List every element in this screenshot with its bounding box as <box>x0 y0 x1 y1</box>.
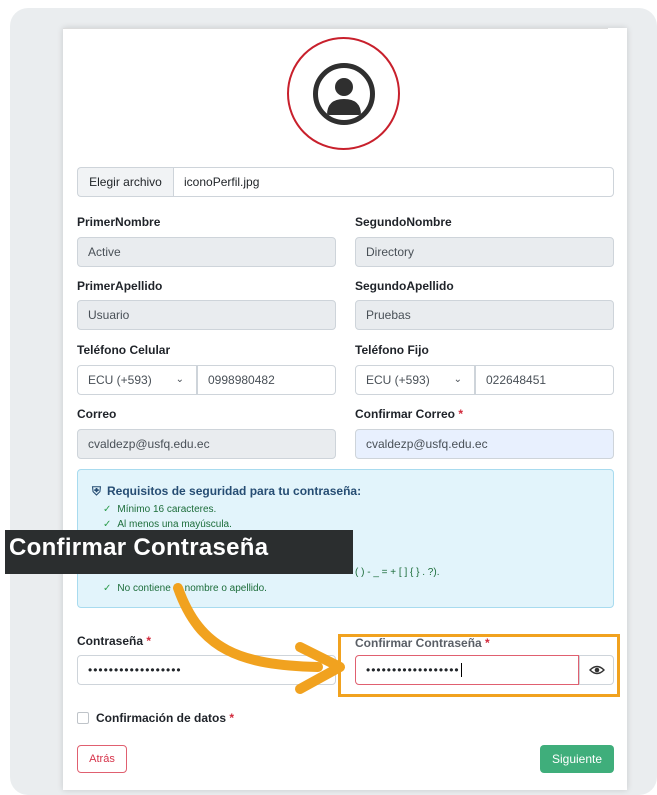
requirement-item: ✓ Mínimo 16 caracteres. <box>103 504 216 515</box>
contrasena-input[interactable]: •••••••••••••••••• <box>77 655 336 685</box>
chevron-down-icon: ⌄ <box>175 374 184 385</box>
avatar-user-icon[interactable] <box>313 63 375 125</box>
segundo-nombre-label: SegundoNombre <box>355 215 452 229</box>
primer-apellido-label: PrimerApellido <box>77 279 163 293</box>
file-name-field[interactable]: iconoPerfil.jpg <box>173 167 614 197</box>
back-button[interactable]: Atrás <box>77 745 127 773</box>
requirement-text: Al menos una mayúscula. <box>117 519 232 530</box>
chevron-down-icon: ⌄ <box>453 374 462 385</box>
required-asterisk: * <box>229 711 235 725</box>
next-button[interactable]: Siguiente <box>540 745 614 773</box>
contrasena-label: Contraseña * <box>77 634 151 648</box>
fijo-country-select[interactable]: ECU (+593) ⌄ <box>355 365 475 395</box>
required-asterisk: * <box>146 634 152 648</box>
check-icon: ✓ <box>103 583 112 594</box>
confirmacion-label-text: Confirmación de datos <box>96 711 227 725</box>
confirmacion-checkbox[interactable] <box>77 712 89 724</box>
confirmar-correo-input[interactable]: cvaldezp@usfq.edu.ec <box>355 429 614 459</box>
requirement-item: ✓ No contiene tu nombre o apellido. <box>103 583 267 594</box>
celular-number-input[interactable]: 0998980482 <box>197 365 336 395</box>
requirement-item: ✓ Al menos una mayúscula. <box>103 519 232 530</box>
check-icon: ✓ <box>103 519 112 530</box>
celular-country-select[interactable]: ECU (+593) ⌄ <box>77 365 197 395</box>
correo-input[interactable]: cvaldezp@usfq.edu.ec <box>77 429 336 459</box>
primer-nombre-input[interactable]: Active <box>77 237 336 267</box>
telefono-fijo-label: Teléfono Fijo <box>355 343 429 357</box>
user-icon <box>327 78 361 115</box>
callout-banner-text: Confirmar Contraseña <box>9 534 269 561</box>
requirement-text: No contiene tu nombre o apellido. <box>117 583 267 594</box>
primer-nombre-label: PrimerNombre <box>77 215 161 229</box>
confirmacion-label: Confirmación de datos * <box>96 711 234 725</box>
requirement-text: Mínimo 16 caracteres. <box>117 504 217 515</box>
segundo-apellido-label: SegundoApellido <box>355 279 454 293</box>
contrasena-label-text: Contraseña <box>77 634 144 648</box>
confirmar-correo-label: Confirmar Correo * <box>355 407 463 421</box>
highlight-box <box>338 634 620 697</box>
correo-label: Correo <box>77 407 117 421</box>
celular-country-value: ECU (+593) <box>88 373 152 387</box>
primer-apellido-input[interactable]: Usuario <box>77 300 336 330</box>
required-asterisk: * <box>458 407 464 421</box>
top-divider <box>63 28 608 29</box>
fijo-number-input[interactable]: 022648451 <box>475 365 614 395</box>
requirement-item-partial: ( ) - _ = + [ ] { } . ?). <box>355 567 440 578</box>
requirements-title-text: Requisitos de seguridad para tu contrase… <box>107 484 362 498</box>
segundo-nombre-input[interactable]: Directory <box>355 237 614 267</box>
segundo-apellido-input[interactable]: Pruebas <box>355 300 614 330</box>
requirements-title: ⛨ Requisitos de seguridad para tu contras… <box>92 484 361 499</box>
check-icon: ✓ <box>103 504 112 515</box>
fijo-country-value: ECU (+593) <box>366 373 430 387</box>
telefono-celular-label: Teléfono Celular <box>77 343 171 357</box>
shield-icon: ⛨ <box>92 484 102 498</box>
choose-file-button[interactable]: Elegir archivo <box>77 167 173 197</box>
confirmar-correo-label-text: Confirmar Correo <box>355 407 456 421</box>
